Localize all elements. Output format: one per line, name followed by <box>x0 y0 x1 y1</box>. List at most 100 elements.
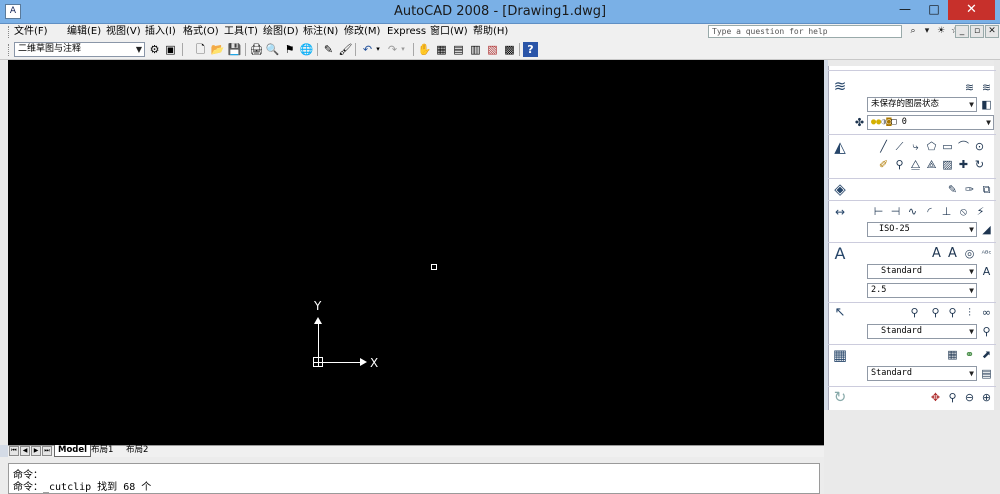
dimstyle-select[interactable]: ISO-25 ▼ <box>867 222 977 237</box>
menu-format[interactable]: 格式(O) <box>183 25 219 39</box>
close-button[interactable]: ✕ <box>948 0 995 20</box>
new-file-icon[interactable]: 🗋 <box>193 42 208 57</box>
make-layer-current-icon[interactable]: ✤ <box>853 116 866 129</box>
open-file-icon[interactable]: 📂 <box>210 42 225 57</box>
add-leader-icon[interactable]: ⚲ <box>929 306 942 319</box>
multiline-text-icon[interactable]: A <box>930 247 943 260</box>
2d-draw-panel-icon[interactable]: ◭ <box>830 138 850 156</box>
circle-icon[interactable]: ⊙ <box>973 140 986 153</box>
multileader-style-select[interactable]: Standard ▼ <box>867 324 977 339</box>
document-restore-button[interactable]: ▫ <box>970 25 984 38</box>
radius-dimension-icon[interactable]: ◜ <box>923 205 936 218</box>
undo-dropdown-icon[interactable]: ▾ <box>374 42 382 57</box>
single-line-text-icon[interactable]: A <box>946 247 959 260</box>
minimize-button[interactable]: — <box>890 0 920 20</box>
help-search-input[interactable]: Type a question for help <box>708 25 902 38</box>
menu-dimension[interactable]: 标注(N) <box>303 25 338 39</box>
plot-preview-icon[interactable]: 🔍 <box>265 42 280 57</box>
toolbar-grip[interactable] <box>8 44 11 56</box>
dashboard-grip[interactable] <box>828 60 996 66</box>
design-center-icon[interactable]: ▤ <box>451 42 466 57</box>
table-style-icon[interactable]: ▤ <box>980 367 993 380</box>
menu-window[interactable]: 窗口(W) <box>430 25 468 39</box>
drawing-canvas[interactable]: Y X <box>8 60 824 445</box>
zoom-extents-icon[interactable]: ⊕ <box>980 391 993 404</box>
dimension-style-icon[interactable]: ◢ <box>980 223 993 236</box>
menu-help[interactable]: 帮助(H) <box>473 25 508 39</box>
menu-express[interactable]: Express <box>387 25 426 39</box>
document-close-button[interactable]: ✕ <box>985 25 999 38</box>
text-style-icon[interactable]: A <box>980 265 993 278</box>
tab-prev-icon[interactable]: ◀ <box>20 446 30 456</box>
save-icon[interactable]: 💾 <box>227 42 242 57</box>
multileader-panel-icon[interactable]: ↖ <box>830 304 850 322</box>
document-minimize-button[interactable]: _ <box>955 25 969 38</box>
pan-realtime-icon[interactable]: ✥ <box>929 391 942 404</box>
rectangle-icon[interactable]: ▭ <box>941 140 954 153</box>
layer-properties-icon[interactable]: ≋ <box>963 81 976 94</box>
revision-cloud-icon[interactable]: ✐ <box>877 158 890 171</box>
match-properties-icon[interactable]: ✎ <box>321 42 336 57</box>
help-dropdown-icon[interactable]: ▾ <box>920 25 934 38</box>
hatch-icon[interactable]: ▨ <box>941 158 954 171</box>
redo-icon[interactable]: ↷ <box>385 42 400 57</box>
layer-states-icon[interactable]: ≋ <box>980 81 993 94</box>
publish-to-web-icon[interactable]: 🌐 <box>299 42 314 57</box>
cross-icon[interactable]: ✚ <box>957 158 970 171</box>
multileader-icon[interactable]: ⚲ <box>908 306 921 319</box>
search-icon[interactable]: ⌕ <box>906 25 920 38</box>
text-panel-icon[interactable]: A <box>830 245 850 263</box>
arc-icon[interactable]: ⌒ <box>957 140 970 153</box>
textstyle-select[interactable]: Standard ▼ <box>867 264 977 279</box>
layer-state-select[interactable]: 未保存的图层状态 ▼ <box>867 97 977 112</box>
maximize-button[interactable]: □ <box>920 0 948 20</box>
menu-draw[interactable]: 绘图(D) <box>263 25 299 39</box>
pan-icon[interactable]: ✋ <box>417 42 432 57</box>
table-export-icon[interactable]: ⬈ <box>980 348 993 361</box>
line-icon[interactable]: ╱ <box>877 140 890 153</box>
calculator-icon[interactable]: ▩ <box>502 42 517 57</box>
communication-center-icon[interactable]: ☀ <box>934 25 948 38</box>
brush-icon[interactable]: 🖌 <box>338 42 353 57</box>
linear-dimension-icon[interactable]: ⊢ <box>872 205 885 218</box>
menu-tools[interactable]: 工具(T) <box>224 25 258 39</box>
tool-palettes-icon[interactable]: ▥ <box>468 42 483 57</box>
layer-previous-icon[interactable]: ◧ <box>980 98 993 111</box>
tab-model[interactable]: Model <box>54 445 92 457</box>
table-panel-icon[interactable]: ▦ <box>830 346 850 364</box>
menu-edit[interactable]: 编辑(E) <box>67 25 101 39</box>
text-height-select[interactable]: 2.5 ▼ <box>867 283 977 298</box>
menu-modify[interactable]: 修改(M) <box>344 25 380 39</box>
menu-bar-grip[interactable] <box>8 26 11 38</box>
menu-view[interactable]: 视图(V) <box>106 25 141 39</box>
angular-dimension-icon[interactable]: ⦸ <box>957 205 970 218</box>
layers-panel-icon[interactable]: ≋ <box>830 77 850 95</box>
table-data-link-icon[interactable]: ⚭ <box>963 348 976 361</box>
aligned-dimension-icon[interactable]: ⊣ <box>889 205 902 218</box>
menu-insert[interactable]: 插入(I) <box>145 25 176 39</box>
insert-block-icon[interactable]: ⧉ <box>980 183 993 196</box>
zoom-window-icon[interactable]: ⚲ <box>946 391 959 404</box>
redo-dropdown-icon[interactable]: ▾ <box>399 42 407 57</box>
spell-check-icon[interactable]: ᴬᴮᶜ <box>980 247 993 260</box>
sheet-set-icon[interactable]: ▧ <box>485 42 500 57</box>
collect-leaders-icon[interactable]: ∞ <box>980 306 993 319</box>
find-text-icon[interactable]: ◎ <box>963 247 976 260</box>
move-icon[interactable]: ⚲ <box>893 158 906 171</box>
3d-make-panel-icon[interactable]: ◈ <box>830 180 850 198</box>
navigation-panel-icon[interactable]: ↻ <box>830 388 850 406</box>
undo-icon[interactable]: ↶ <box>360 42 375 57</box>
dimension-panel-icon[interactable]: ↔ <box>830 203 850 221</box>
workspace-save-icon[interactable]: ▣ <box>163 42 178 57</box>
mirror-icon[interactable]: ⧋ <box>909 158 922 171</box>
insert-table-icon[interactable]: ▦ <box>946 348 959 361</box>
multileader-style-icon[interactable]: ⚲ <box>980 325 993 338</box>
table-style-select[interactable]: Standard ▼ <box>867 366 977 381</box>
layer-control-select[interactable]: ●●◑◙□ 0 ▼ <box>867 115 994 130</box>
array-icon[interactable]: ⟁ <box>925 158 938 171</box>
tab-layout2[interactable]: 布局2 <box>123 445 151 457</box>
help-icon[interactable]: ? <box>523 42 538 57</box>
align-leaders-icon[interactable]: ⫶ <box>963 306 976 319</box>
properties-icon[interactable]: ▦ <box>434 42 449 57</box>
quick-dimension-icon[interactable]: ⚡ <box>974 205 987 218</box>
